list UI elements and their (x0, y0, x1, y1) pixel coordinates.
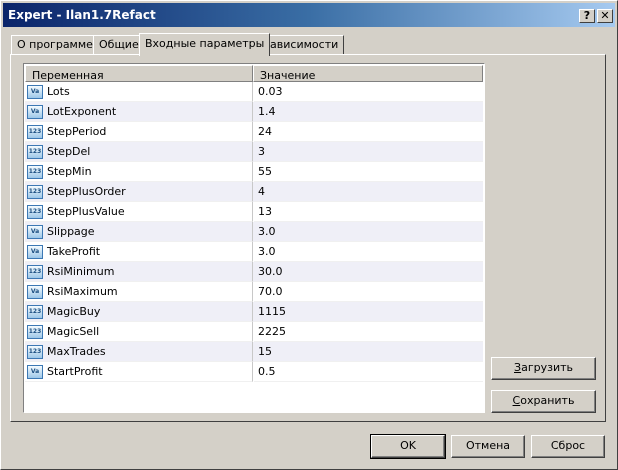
value-cell[interactable]: 1115 (254, 302, 483, 322)
integer-icon: 123 (27, 305, 43, 319)
variable-cell: 123 MaxTrades (25, 342, 253, 362)
table-row[interactable]: 123 StepPlusValue 13 (25, 202, 483, 222)
table-row[interactable]: 123 RsiMinimum 30.0 (25, 262, 483, 282)
variable-cell: 123 StepDel (25, 142, 253, 162)
integer-icon: 123 (27, 345, 43, 359)
window-title: Expert - Ilan1.7Refact (8, 8, 156, 22)
integer-icon: 123 (27, 125, 43, 139)
value-cell[interactable]: 13 (254, 202, 483, 222)
value-cell[interactable]: 70.0 (254, 282, 483, 302)
variable-cell: Va StartProfit (25, 362, 253, 382)
variable-cell: 123 StepPeriod (25, 122, 253, 142)
table-row[interactable]: Va TakeProfit 3.0 (25, 242, 483, 262)
tab-common[interactable]: Общие (93, 35, 145, 54)
variable-cell: Va TakeProfit (25, 242, 253, 262)
value-icon: Va (27, 285, 43, 299)
variable-cell: 123 MagicSell (25, 322, 253, 342)
value-cell[interactable]: 3 (254, 142, 483, 162)
variable-name: Lots (47, 85, 70, 98)
variable-name: StepPeriod (47, 125, 107, 138)
variable-name: MagicSell (47, 325, 100, 338)
value-cell[interactable]: 0.03 (254, 82, 483, 102)
ok-button[interactable]: OK (370, 434, 446, 459)
table-row[interactable]: 123 MagicBuy 1115 (25, 302, 483, 322)
integer-icon: 123 (27, 145, 43, 159)
variable-name: StartProfit (47, 365, 103, 378)
integer-icon: 123 (27, 165, 43, 179)
parameters-grid[interactable]: Переменная Значение Va Lots 0.03 Va LotExpon… (23, 63, 485, 413)
table-row[interactable]: Va StartProfit 0.5 (25, 362, 483, 382)
variable-cell: 123 StepPlusOrder (25, 182, 253, 202)
help-button[interactable]: ? (579, 9, 595, 23)
table-row[interactable]: 123 MaxTrades 15 (25, 342, 483, 362)
integer-icon: 123 (27, 185, 43, 199)
variable-name: StepPlusOrder (47, 185, 126, 198)
variable-name: StepDel (47, 145, 91, 158)
table-row[interactable]: 123 StepDel 3 (25, 142, 483, 162)
variable-name: MagicBuy (47, 305, 101, 318)
variable-name: Slippage (47, 225, 95, 238)
value-icon: Va (27, 105, 43, 119)
variable-name: MaxTrades (47, 345, 106, 358)
variable-cell: Va Lots (25, 82, 253, 102)
table-row[interactable]: 123 StepMin 55 (25, 162, 483, 182)
value-cell[interactable]: 2225 (254, 322, 483, 342)
value-cell[interactable]: 3.0 (254, 242, 483, 262)
variable-name: TakeProfit (47, 245, 101, 258)
table-row[interactable]: Va Lots 0.03 (25, 82, 483, 102)
value-cell[interactable]: 30.0 (254, 262, 483, 282)
variable-cell: 123 StepPlusValue (25, 202, 253, 222)
table-row[interactable]: 123 StepPeriod 24 (25, 122, 483, 142)
value-cell[interactable]: 1.4 (254, 102, 483, 122)
value-icon: Va (27, 85, 43, 99)
load-button[interactable]: Загрузить (491, 357, 596, 380)
table-row[interactable]: Va LotExponent 1.4 (25, 102, 483, 122)
value-cell[interactable]: 24 (254, 122, 483, 142)
value-icon: Va (27, 365, 43, 379)
variable-cell: Va Slippage (25, 222, 253, 242)
variable-cell: Va LotExponent (25, 102, 253, 122)
table-row[interactable]: Va RsiMaximum 70.0 (25, 282, 483, 302)
variable-name: RsiMinimum (47, 265, 115, 278)
title-bar[interactable]: Expert - Ilan1.7Refact ? ✕ (3, 3, 615, 27)
column-header-value[interactable]: Значение (253, 65, 483, 82)
tab-inputs[interactable]: Входные параметры (139, 33, 271, 56)
grid-rows: Va Lots 0.03 Va LotExponent 1.4 123 StepPeriod 2… (25, 82, 483, 382)
value-cell[interactable]: 15 (254, 342, 483, 362)
integer-icon: 123 (27, 325, 43, 339)
expert-dialog: Expert - Ilan1.7Refact ? ✕ О программе О… (0, 0, 618, 470)
variable-cell: 123 StepMin (25, 162, 253, 182)
grid-header: Переменная Значение (25, 65, 483, 82)
integer-icon: 123 (27, 205, 43, 219)
value-cell[interactable]: 55 (254, 162, 483, 182)
variable-name: StepPlusValue (47, 205, 125, 218)
table-row[interactable]: 123 StepPlusOrder 4 (25, 182, 483, 202)
reset-button[interactable]: Сброс (531, 435, 605, 458)
variable-cell: Va RsiMaximum (25, 282, 253, 302)
variable-cell: 123 RsiMinimum (25, 262, 253, 282)
value-icon: Va (27, 245, 43, 259)
integer-icon: 123 (27, 265, 43, 279)
close-button[interactable]: ✕ (597, 9, 613, 23)
table-row[interactable]: Va Slippage 3.0 (25, 222, 483, 242)
variable-name: LotExponent (47, 105, 117, 118)
variable-name: RsiMaximum (47, 285, 118, 298)
tab-about[interactable]: О программе (11, 35, 99, 54)
column-header-variable[interactable]: Переменная (25, 65, 253, 82)
cancel-button[interactable]: Отмена (451, 435, 525, 458)
table-row[interactable]: 123 MagicSell 2225 (25, 322, 483, 342)
variable-cell: 123 MagicBuy (25, 302, 253, 322)
value-cell[interactable]: 3.0 (254, 222, 483, 242)
value-icon: Va (27, 225, 43, 239)
value-cell[interactable]: 4 (254, 182, 483, 202)
save-button[interactable]: Сохранить (491, 390, 596, 413)
value-cell[interactable]: 0.5 (254, 362, 483, 382)
variable-name: StepMin (47, 165, 92, 178)
